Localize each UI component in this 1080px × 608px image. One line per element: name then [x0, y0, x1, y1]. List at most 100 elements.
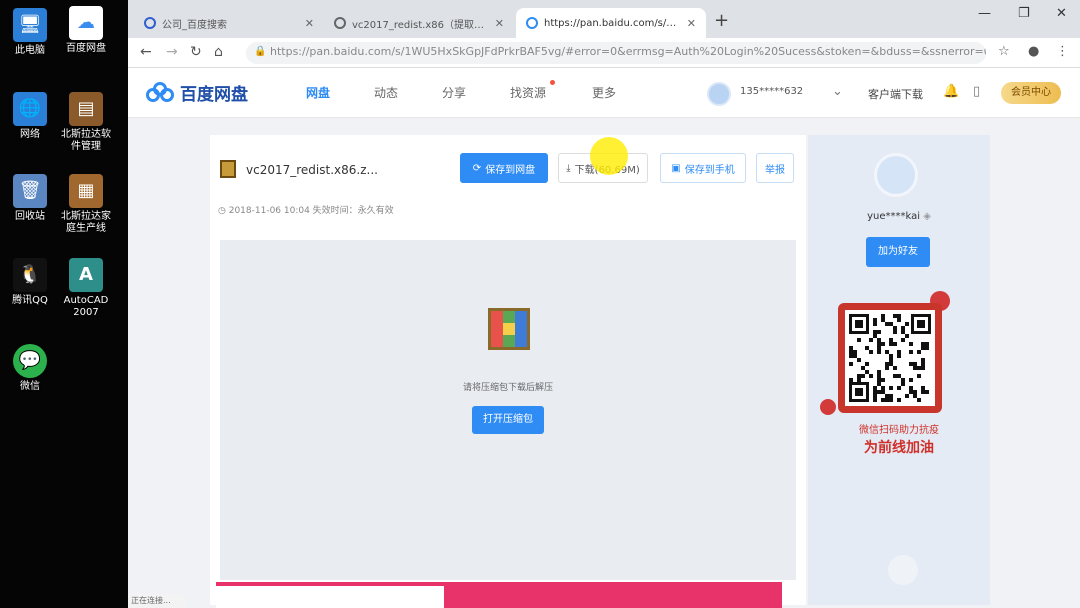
profile-icon[interactable]: ●: [1028, 44, 1039, 59]
desktop-icon-label: 百度网盘: [66, 43, 106, 54]
menu-icon[interactable]: ⋮: [1056, 44, 1069, 59]
zip-file-icon: [220, 160, 236, 178]
nav-activity[interactable]: 动态: [374, 84, 398, 101]
sharer-panel: yue****kai ◈ 加为好友 微信扫码助力抗疫 为前线加油: [808, 135, 990, 605]
software-manager-icon: ▤: [69, 92, 103, 126]
archive-icon: [488, 308, 530, 350]
share-meta-text: 2018-11-06 10:04 失效时间：永久有效: [228, 206, 394, 216]
avatar[interactable]: [707, 82, 731, 106]
notification-dot: [550, 80, 555, 85]
watermark-logo: [888, 555, 918, 585]
close-icon[interactable]: ✕: [495, 17, 504, 30]
star-icon[interactable]: ☆: [998, 44, 1010, 59]
nav-more[interactable]: 更多: [592, 84, 616, 101]
share-card: vc2017_redist.x86.z... ⟳ 保存到网盘 ⤓ 下载(60.6…: [210, 135, 806, 605]
qr-caption: 微信扫码助力抗疫: [859, 425, 939, 436]
restore-button[interactable]: ❐: [1018, 6, 1030, 21]
netdisk-header: 百度网盘 网盘 动态 分享 找资源 更多 135*****632 ⌄ 客户端下载…: [128, 68, 1080, 118]
clipboard-icon[interactable]: ▯: [973, 84, 980, 99]
tab-baidu-search[interactable]: 公司_百度搜索 ✕: [134, 8, 324, 38]
button-label: 举报: [765, 164, 785, 176]
desktop-icon-wechat[interactable]: 💬 微信: [0, 344, 60, 393]
baidu-paw-icon: [144, 17, 156, 29]
desktop-icon-qq[interactable]: 🐧 腾讯QQ: [0, 258, 60, 307]
nav-find-resources[interactable]: 找资源: [510, 84, 546, 101]
file-name: vc2017_redist.x86.z...: [246, 163, 378, 177]
desktop-icon-label: 微信: [20, 381, 40, 392]
logo-text: 百度网盘: [180, 85, 248, 105]
reload-icon[interactable]: ↻: [190, 44, 202, 60]
qr-code-frame: [838, 303, 942, 413]
tab-label: https://pan.baidu.com/s/1WU...: [544, 17, 681, 29]
sharer-name: yue****kai: [867, 211, 921, 222]
desktop-icon-this-pc[interactable]: 🖥 此电脑: [0, 8, 60, 57]
phone-icon: ▣: [671, 162, 681, 174]
tab-bar: 公司_百度搜索 ✕ vc2017_redist.x86（提取码：...） ✕ h…: [128, 0, 1080, 38]
address-bar: ← → ↻ ⌂ 🔒 https://pan.baidu.com/s/1WU5Hx…: [128, 38, 1080, 68]
desktop-icon-autocad[interactable]: A AutoCAD 2007: [56, 258, 116, 319]
save-to-netdisk-button[interactable]: ⟳ 保存到网盘: [460, 153, 548, 183]
url-field[interactable]: 🔒 https://pan.baidu.com/s/1WU5HxSkGpJFdP…: [246, 42, 986, 64]
sharer-avatar[interactable]: [874, 153, 918, 197]
forward-arrow-icon[interactable]: →: [166, 44, 178, 60]
cursor-highlight: [590, 137, 628, 175]
report-button[interactable]: 举报: [756, 153, 794, 183]
download-icon: ⤓: [566, 162, 571, 174]
vip-center-button[interactable]: 会员中心: [1001, 82, 1061, 104]
tab-netdisk[interactable]: https://pan.baidu.com/s/1WU... ✕: [516, 8, 706, 38]
sharer-name-row: yue****kai ◈: [808, 211, 990, 222]
button-label: 保存到网盘: [485, 164, 536, 176]
qq-icon: 🐧: [13, 258, 47, 292]
desktop-icon-baidu-netdisk[interactable]: ☁ 百度网盘: [56, 6, 116, 55]
desktop-icon-label: 网络: [20, 129, 40, 140]
desktop-icon-label: 腾讯QQ: [12, 295, 48, 306]
status-bar: 正在连接...: [128, 594, 186, 608]
minimize-button[interactable]: —: [978, 6, 991, 21]
wechat-icon: 💬: [13, 344, 47, 378]
shield-icon: ◈: [923, 211, 931, 222]
close-icon[interactable]: ✕: [305, 17, 314, 30]
save-to-phone-button[interactable]: ▣ 保存到手机: [660, 153, 746, 183]
open-archive-button[interactable]: 打开压缩包: [472, 406, 544, 434]
tab-label: vc2017_redist.x86（提取码：...）: [352, 19, 489, 31]
desktop-icon-recycle-bin[interactable]: 🗑 回收站: [0, 174, 60, 223]
computer-icon: 🖥: [13, 8, 47, 42]
qr-code[interactable]: [845, 310, 935, 406]
browser-window: 公司_百度搜索 ✕ vc2017_redist.x86（提取码：...） ✕ h…: [128, 0, 1080, 608]
screen: 🖥 此电脑 ☁ 百度网盘 🌐 网络 ▤ 北斯拉达软 件管理 🗑 回收站 ▦ 北斯…: [0, 0, 1080, 608]
globe-icon: [334, 17, 346, 29]
network-icon: 🌐: [13, 92, 47, 126]
tab-share-page[interactable]: vc2017_redist.x86（提取码：...） ✕: [324, 8, 514, 38]
username[interactable]: 135*****632: [740, 86, 803, 97]
decoration-blossom: [820, 399, 836, 415]
url-text: https://pan.baidu.com/s/1WU5HxSkGpJFdPrk…: [270, 45, 986, 58]
new-tab-button[interactable]: +: [714, 10, 729, 31]
nav-share[interactable]: 分享: [442, 84, 466, 101]
promo-banner[interactable]: [216, 582, 782, 608]
desktop-icon-label: 回收站: [15, 211, 45, 222]
back-arrow-icon[interactable]: ←: [140, 44, 152, 60]
cloud-logo-icon: [146, 81, 174, 104]
client-download-link[interactable]: 客户端下载: [868, 86, 923, 102]
promo-banner-inset: [216, 586, 444, 608]
close-icon[interactable]: ✕: [687, 17, 696, 30]
recycle-bin-icon: 🗑: [13, 174, 47, 208]
desktop-icon-production-line[interactable]: ▦ 北斯拉达家 庭生产线: [56, 174, 116, 235]
desktop-icon-label: 北斯拉达家 庭生产线: [61, 211, 111, 234]
save-icon: ⟳: [472, 162, 482, 174]
nav-netdisk[interactable]: 网盘: [306, 84, 330, 101]
desktop-icon-label: 此电脑: [15, 45, 45, 56]
netdisk-logo[interactable]: 百度网盘: [146, 80, 248, 105]
close-window-button[interactable]: ✕: [1056, 6, 1067, 21]
home-icon[interactable]: ⌂: [214, 44, 223, 60]
share-meta: ◷ 2018-11-06 10:04 失效时间：永久有效: [218, 203, 394, 216]
baidu-netdisk-icon: ☁: [69, 6, 103, 40]
qr-slogan: 为前线加油: [864, 440, 934, 456]
desktop-icon-network[interactable]: 🌐 网络: [0, 92, 60, 141]
lock-icon: 🔒: [254, 46, 267, 57]
globe-icon: [526, 17, 538, 29]
chevron-down-icon[interactable]: ⌄: [832, 84, 843, 99]
desktop-icon-software-manager[interactable]: ▤ 北斯拉达软 件管理: [56, 92, 116, 153]
add-friend-button[interactable]: 加为好友: [866, 237, 930, 267]
bell-icon[interactable]: 🔔: [943, 84, 959, 99]
